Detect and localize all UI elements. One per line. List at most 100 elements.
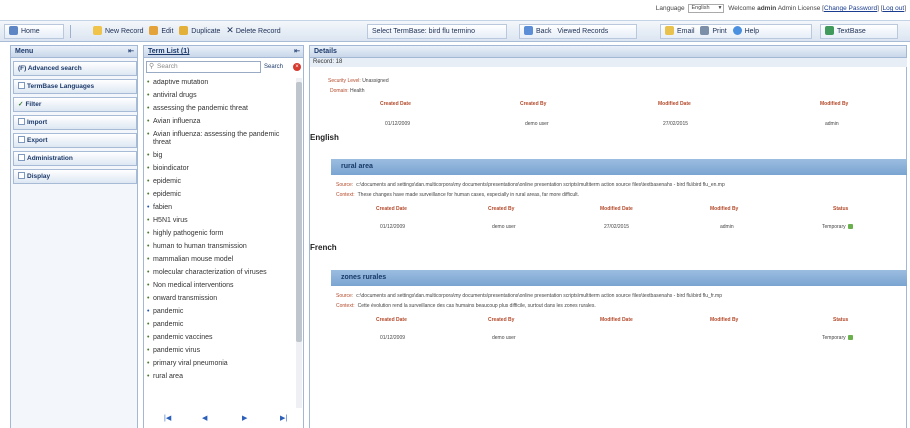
grid-value: demo user: [492, 335, 516, 341]
term-list-item[interactable]: pandemic vaccines: [147, 334, 293, 342]
print-button[interactable]: Print: [700, 26, 727, 35]
term-list-item[interactable]: Non medical interventions: [147, 282, 293, 290]
username: admin: [757, 5, 777, 13]
delete-record-button[interactable]: ✕ Delete Record: [226, 25, 280, 35]
grid-header: Created Date: [380, 101, 411, 107]
term-list-item[interactable]: pandemic: [147, 321, 293, 329]
term-list-item[interactable]: primary viral pneumonia: [147, 360, 293, 368]
grid-value: 27/02/2015: [604, 224, 630, 230]
term-list-item[interactable]: rural area: [147, 373, 293, 381]
grid-value: 01/12/2009: [380, 224, 406, 230]
duplicate-icon: [179, 26, 189, 35]
import-icon: [18, 118, 25, 125]
grid-header: Modified Date: [658, 101, 691, 107]
grid-value: admin: [825, 121, 839, 127]
collapse-icon[interactable]: ⇤: [294, 46, 300, 57]
grid-header: Created By: [488, 317, 515, 323]
grid-value: admin: [720, 224, 734, 230]
search-row: ⚲ Search Search ×: [146, 61, 302, 73]
edit-button[interactable]: Edit: [149, 26, 173, 35]
language-label: Language: [655, 5, 685, 13]
term-list-item[interactable]: molecular characterization of viruses: [147, 269, 293, 277]
license-text: Admin License: [777, 5, 821, 13]
term-list-item[interactable]: Avian influenza: [147, 118, 293, 126]
term-list-item[interactable]: fabien: [147, 204, 293, 212]
term-list: adaptive mutation antiviral drugs assessin…: [147, 79, 293, 407]
back-button[interactable]: Back Viewed Records: [519, 24, 637, 39]
menu-item-termbase-languages[interactable]: TermBase Languages: [13, 79, 137, 94]
term-list-item[interactable]: epidemic: [147, 191, 293, 199]
grid-value: 01/12/2009: [385, 121, 411, 127]
context-line: Context: Cette évolution rend la surveill…: [336, 303, 596, 309]
grid-value: 27/02/2015: [663, 121, 689, 127]
prev-page-icon[interactable]: ◀: [202, 414, 207, 422]
menu-item-display[interactable]: Display: [13, 169, 137, 184]
term-list-item[interactable]: antiviral drugs: [147, 92, 293, 100]
duplicate-button[interactable]: Duplicate: [179, 26, 220, 35]
menu-item-export[interactable]: Export: [13, 133, 137, 148]
search-input[interactable]: ⚲ Search: [146, 61, 261, 73]
grid-header: Created Date: [376, 206, 407, 212]
context-line: Context: These changes have made surveill…: [336, 192, 580, 198]
collapse-icon[interactable]: ⇤: [128, 46, 134, 57]
logout-link[interactable]: Log out: [883, 5, 905, 12]
next-page-icon[interactable]: ▶: [242, 414, 247, 422]
toolbar-divider: [70, 25, 71, 38]
textbase-button[interactable]: TextBase: [820, 24, 898, 39]
language-section-title: French: [310, 243, 337, 252]
new-record-button[interactable]: New Record: [93, 26, 144, 35]
grid-value: demo user: [492, 224, 516, 230]
term-header: zones rurales: [331, 270, 907, 286]
term-list-scrollbar[interactable]: [296, 78, 302, 408]
menu-item-administration[interactable]: Administration: [13, 151, 137, 166]
term-list-item[interactable]: big: [147, 152, 293, 160]
menu-item-advanced-search[interactable]: (F) Advanced search: [13, 61, 137, 76]
domain: Domain: Health: [330, 88, 365, 94]
home-button[interactable]: Home: [4, 24, 64, 39]
details-panel: Record: 18 Security Level: Unassigned Do…: [309, 58, 907, 428]
viewed-records-label: Viewed Records: [557, 28, 609, 35]
term-list-item[interactable]: pandemic: [147, 308, 293, 316]
search-button[interactable]: Search: [264, 61, 283, 73]
term-list-item[interactable]: onward transmission: [147, 295, 293, 303]
term-list-item[interactable]: adaptive mutation: [147, 79, 293, 87]
term-list-item[interactable]: H5N1 virus: [147, 217, 293, 225]
scrollbar-thumb[interactable]: [296, 82, 302, 342]
select-termbase-button[interactable]: Select TermBase: bird flu termino: [367, 24, 507, 39]
pager: |◀ ◀ ▶ ▶|: [144, 414, 302, 424]
new-record-icon: [93, 26, 102, 35]
last-page-icon[interactable]: ▶|: [280, 414, 287, 422]
edit-icon: [149, 26, 159, 35]
home-icon: [9, 26, 18, 35]
menu-item-import[interactable]: Import: [13, 115, 137, 130]
administration-icon: [18, 154, 25, 161]
grid-value: demo user: [525, 121, 549, 127]
grid-header: Status: [833, 206, 849, 212]
user-bar: Language English ▼ Welcome admin Admin Li…: [655, 4, 906, 13]
term-list-item[interactable]: mammalian mouse model: [147, 256, 293, 264]
term-header: rural area: [331, 159, 907, 175]
language-select[interactable]: English ▼: [688, 4, 725, 13]
term-list-item[interactable]: pandemic virus: [147, 347, 293, 355]
grid-header: Modified By: [820, 101, 849, 107]
menu-item-filter[interactable]: ✓ Filter: [13, 97, 137, 112]
grid-header: Created By: [488, 206, 515, 212]
email-button[interactable]: Email: [665, 26, 695, 35]
help-button[interactable]: Help: [732, 26, 759, 35]
delete-icon: ✕: [226, 25, 234, 35]
term-list-item[interactable]: human to human transmission: [147, 243, 293, 251]
term-list-item[interactable]: epidemic: [147, 178, 293, 186]
grid-header: Modified By: [710, 317, 739, 323]
change-password-link[interactable]: Change Password: [824, 5, 877, 12]
term-list-item[interactable]: bioindicator: [147, 165, 293, 173]
help-icon: [732, 26, 742, 35]
grid-header: Modified By: [710, 206, 739, 212]
first-page-icon[interactable]: |◀: [164, 414, 171, 422]
top-bar: Language English ▼ Welcome admin Admin Li…: [0, 0, 910, 18]
language-section-title: English: [310, 133, 339, 142]
clear-search-icon[interactable]: ×: [293, 63, 301, 71]
term-list-item[interactable]: highly pathogenic form: [147, 230, 293, 238]
menu-panel: (F) Advanced search TermBase Languages ✓…: [10, 58, 138, 428]
term-list-item[interactable]: assessing the pandemic threat: [147, 105, 293, 113]
term-list-item[interactable]: Avian influenza: assessing the pandemic …: [147, 131, 293, 147]
